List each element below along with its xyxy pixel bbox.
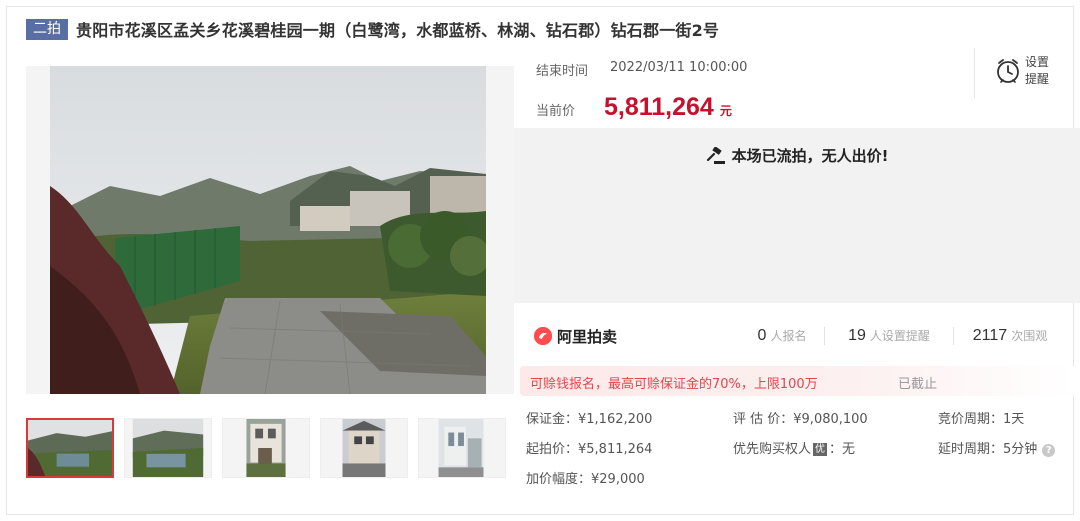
auction-status: 本场已流拍，无人出价! <box>514 145 1080 166</box>
end-time-label: 结束时间 <box>536 64 589 79</box>
current-price-value: 5,811,264 <box>604 93 714 121</box>
reminder-label: 人设置提醒 <box>869 329 930 343</box>
deposit: 保证金：¥1,162,200 <box>526 412 653 427</box>
property-photo <box>50 66 486 394</box>
signup-stat: 0 人报名 <box>740 327 824 345</box>
set-reminder-button[interactable]: 设置提醒 <box>995 54 1055 88</box>
brand: 阿里拍卖 <box>534 326 740 347</box>
credit-signup-notice: 可赊钱报名，最高可赊保证金的70%，上限100万 已截止 <box>520 366 1076 396</box>
thumbnail-5[interactable] <box>418 418 506 478</box>
signup-count: 0 <box>757 327 767 344</box>
priority-buyer-value: ：无 <box>829 442 856 457</box>
set-reminder-label: 设置提醒 <box>1025 55 1050 86</box>
priority-buyer-label: 优先购买权人 <box>733 442 812 457</box>
end-time-row: 结束时间 2022/03/11 10:00:00 <box>536 60 747 79</box>
brand-name: 阿里拍卖 <box>557 327 618 346</box>
views-label: 次围观 <box>1011 329 1048 343</box>
start-price: 起拍价：¥5,811,264 <box>526 442 653 457</box>
reminder-stat: 19 人设置提醒 <box>825 327 953 345</box>
thumbnail-2[interactable] <box>124 418 212 478</box>
page-title: 贵阳市花溪区孟关乡花溪碧桂园一期（白鹭湾，水都蓝桥、林湖、钻石郡）钻石郡一街2号 <box>76 21 720 40</box>
appraisal-price: 评 估 价：¥9,080,100 <box>733 412 868 427</box>
thumbnail-1[interactable] <box>26 418 114 478</box>
end-time-value: 2022/03/11 10:00:00 <box>610 60 748 75</box>
notice-text: 可赊钱报名，最高可赊保证金的70%，上限100万 <box>530 377 818 392</box>
thumbnail-strip <box>26 418 516 478</box>
divider <box>974 48 975 98</box>
thumbnail-3[interactable] <box>222 418 310 478</box>
current-price-row: 当前价 5,811,264 元 <box>536 93 732 122</box>
priority-badge: 优 <box>813 443 828 456</box>
help-icon[interactable]: ? <box>1042 444 1056 457</box>
current-price-label: 当前价 <box>536 104 576 119</box>
views-count: 2117 <box>972 327 1008 344</box>
priority-buyer: 优先购买权人优：无 <box>733 438 855 457</box>
signup-label: 人报名 <box>770 329 807 343</box>
alarm-clock-icon <box>997 59 1019 83</box>
price-unit: 元 <box>719 104 732 118</box>
views-stat: 2117 次围观 <box>954 327 1066 345</box>
delay-cycle: 延时周期：5分钟 <box>938 442 1038 457</box>
title-row: 二拍 贵阳市花溪区孟关乡花溪碧桂园一期（白鹭湾，水都蓝桥、林湖、钻石郡）钻石郡一… <box>26 18 719 40</box>
bid-cycle: 竞价周期：1天 <box>938 412 1025 427</box>
auction-status-text: 本场已流拍，无人出价! <box>731 147 889 165</box>
main-photo[interactable] <box>26 66 514 394</box>
gavel-icon <box>706 146 725 164</box>
thumbnail-4[interactable] <box>320 418 408 478</box>
auction-status-panel: 本场已流拍，无人出价! <box>514 128 1080 303</box>
brand-logo-icon <box>534 327 552 345</box>
stats-row: 阿里拍卖 0 人报名 19 人设置提醒 2117 次围观 <box>534 322 1074 350</box>
reminder-count: 19 <box>848 327 866 344</box>
bid-increment: 加价幅度：¥29,000 <box>526 472 645 487</box>
round-badge: 二拍 <box>26 18 68 40</box>
notice-status: 已截止 <box>898 377 938 392</box>
delay-cycle-row: 延时周期：5分钟? <box>938 438 1056 457</box>
